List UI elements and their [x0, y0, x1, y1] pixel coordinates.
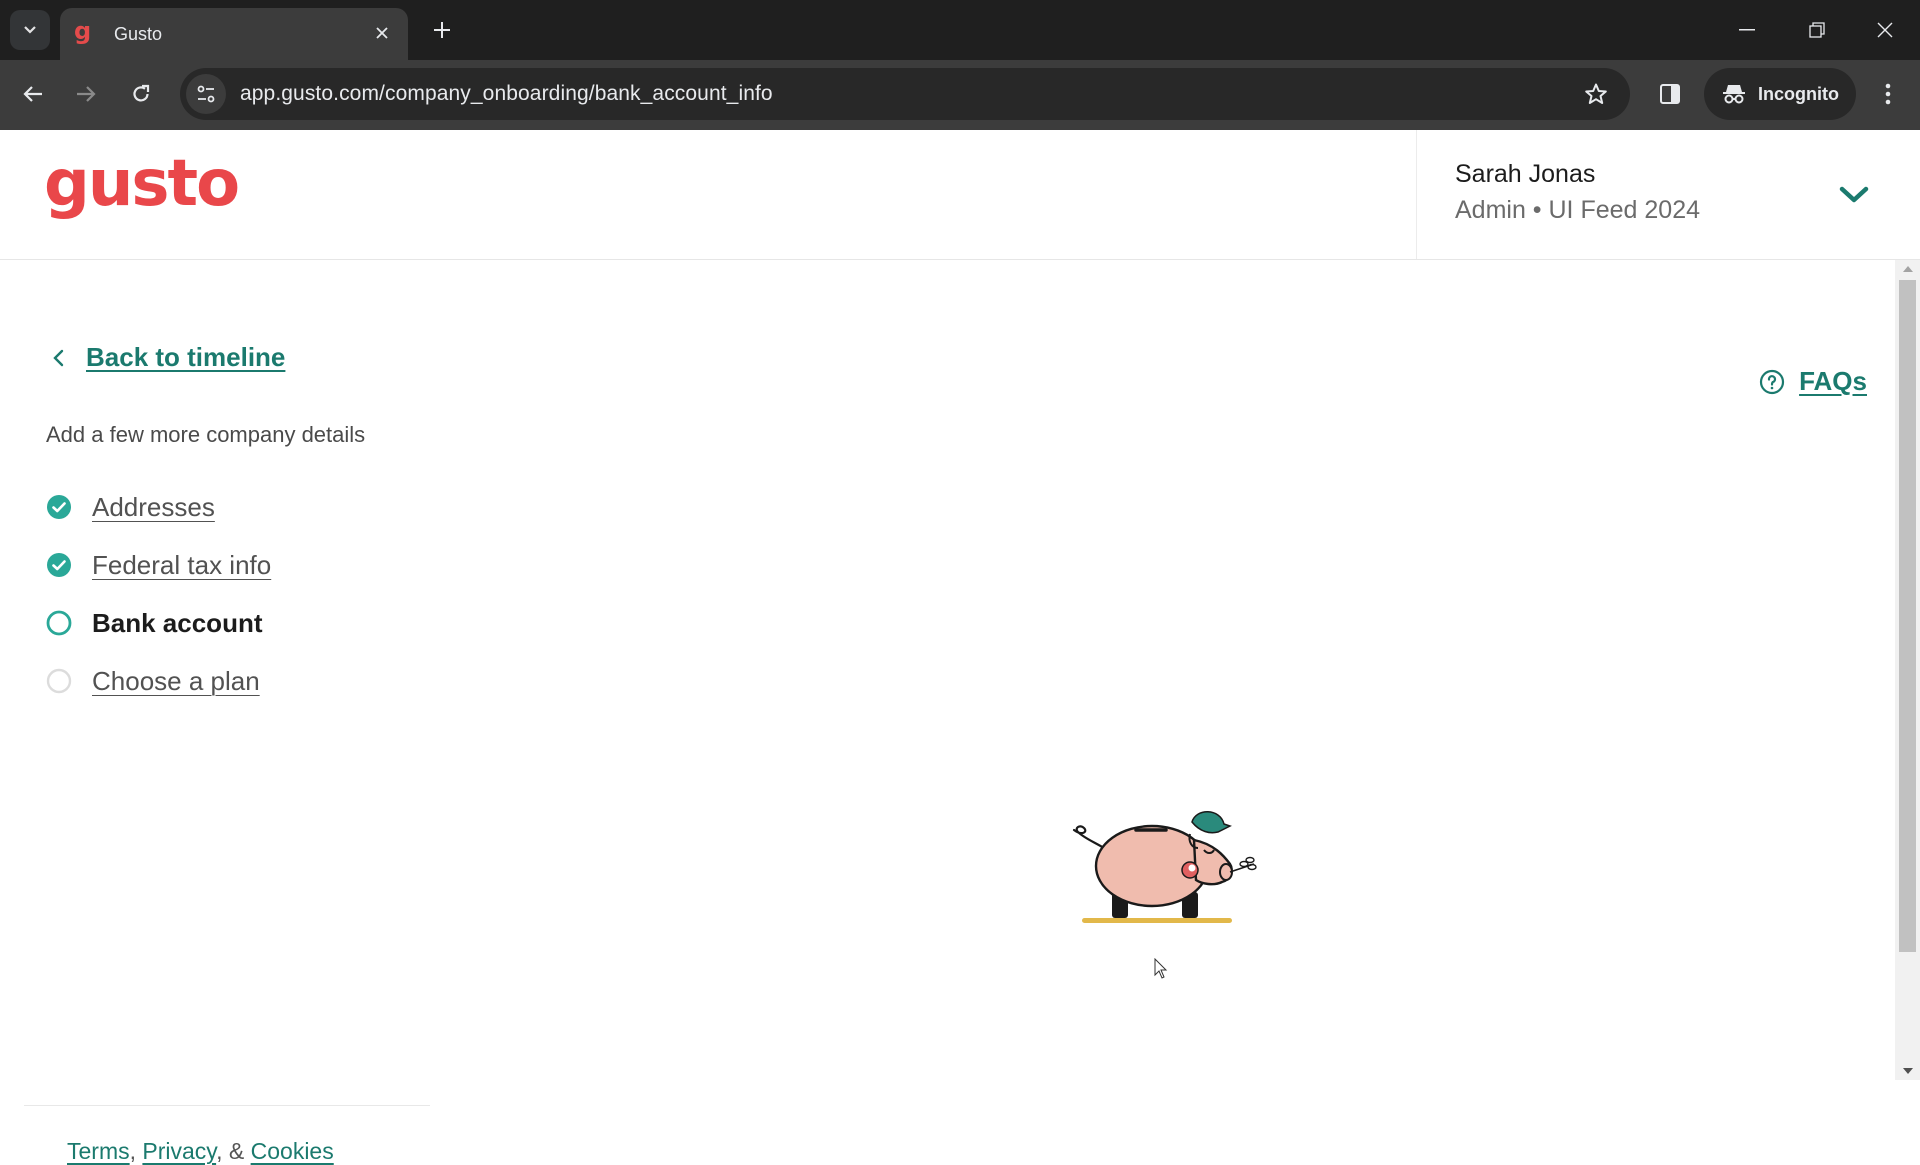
star-icon — [1585, 83, 1607, 104]
minimize-button[interactable] — [1724, 10, 1770, 50]
step-addresses[interactable]: Addresses — [46, 478, 271, 536]
back-to-timeline-label: Back to timeline — [86, 342, 286, 372]
arrow-right-icon — [77, 86, 96, 102]
scrollbar-thumb[interactable] — [1899, 280, 1916, 952]
check-circle-icon — [47, 495, 71, 519]
triangle-down-icon — [1902, 1068, 1913, 1074]
pig-tail — [1072, 825, 1106, 850]
scroll-down-arrow[interactable] — [1895, 1062, 1920, 1080]
step-label[interactable]: Federal tax info — [92, 550, 271, 581]
footer-divider — [24, 1105, 430, 1106]
step-label[interactable]: Choose a plan — [92, 666, 260, 697]
close-window-button[interactable] — [1862, 10, 1908, 50]
terms-link[interactable]: Terms — [67, 1138, 130, 1164]
bookmark-button[interactable] — [1576, 74, 1616, 114]
faqs-label: FAQs — [1799, 366, 1867, 396]
account-menu[interactable]: Sarah Jonas Admin • UI Feed 2024 — [1416, 130, 1920, 259]
empty-circle-icon — [46, 668, 72, 694]
browser-tabstrip: g Gusto — [0, 0, 1920, 60]
scroll-up-arrow[interactable] — [1895, 260, 1920, 278]
browser-tab[interactable]: g Gusto — [60, 8, 408, 60]
arrow-left-icon — [23, 86, 42, 102]
account-role-company: Admin • UI Feed 2024 — [1455, 196, 1700, 224]
step-label[interactable]: Addresses — [92, 492, 215, 523]
plus-icon — [434, 22, 450, 38]
page-scrollbar[interactable] — [1895, 260, 1920, 1080]
close-icon — [376, 26, 388, 39]
browser-toolbar: app.gusto.com/company_onboarding/bank_ac… — [0, 60, 1920, 130]
faqs-link[interactable]: FAQs — [1759, 366, 1867, 397]
browser-menu-button[interactable] — [1868, 74, 1908, 114]
gusto-favicon-icon: g — [74, 17, 92, 45]
privacy-link[interactable]: Privacy — [142, 1138, 216, 1164]
minimize-icon — [1739, 29, 1755, 31]
kebab-menu-icon — [1885, 83, 1891, 105]
triangle-up-icon — [1902, 266, 1913, 272]
reload-button[interactable] — [121, 74, 161, 114]
app-header: gusto Sarah Jonas Admin • UI Feed 2024 — [0, 130, 1920, 260]
incognito-icon — [1723, 85, 1745, 104]
tab-title: Gusto — [114, 23, 163, 44]
cookies-link[interactable]: Cookies — [251, 1138, 334, 1164]
step-federal-tax-info[interactable]: Federal tax info — [46, 536, 271, 594]
tune-icon — [197, 85, 215, 103]
reload-icon — [133, 84, 150, 102]
legal-links: Terms, Privacy, & Cookies — [67, 1138, 334, 1165]
address-bar[interactable]: app.gusto.com/company_onboarding/bank_ac… — [180, 68, 1630, 120]
step-label: Bank account — [92, 607, 263, 638]
back-to-timeline-link[interactable]: Back to timeline — [48, 342, 285, 373]
chevron-down-icon[interactable] — [1837, 180, 1871, 210]
restore-icon — [1809, 22, 1825, 38]
mouse-cursor-icon — [1154, 958, 1168, 979]
gusto-logo[interactable]: gusto — [44, 152, 240, 216]
side-panel-button[interactable] — [1650, 74, 1690, 114]
section-title: Add a few more company details — [46, 422, 366, 447]
separator: , — [129, 1138, 137, 1164]
step-choose-a-plan[interactable]: Choose a plan — [46, 652, 271, 710]
page: gusto Sarah Jonas Admin • UI Feed 2024 B… — [0, 130, 1920, 1164]
incognito-label: Incognito — [1758, 83, 1839, 104]
ground-shadow — [1082, 918, 1232, 923]
new-tab-button[interactable] — [424, 12, 460, 48]
onboarding-steps: Addresses Federal tax info Bank account … — [46, 478, 271, 710]
chevron-left-icon — [53, 349, 64, 366]
separator: , & — [216, 1138, 245, 1164]
forward-button[interactable] — [66, 74, 106, 114]
current-step-circle-icon — [46, 610, 72, 636]
step-bank-account: Bank account — [46, 594, 271, 652]
help-circle-icon — [1759, 369, 1785, 394]
side-panel-icon — [1660, 84, 1680, 104]
tab-search-button[interactable] — [10, 10, 50, 50]
piggy-bank-illustration — [1072, 811, 1257, 923]
check-circle-icon — [47, 553, 71, 577]
pig-cap — [1191, 811, 1232, 834]
site-info-button[interactable] — [186, 74, 226, 114]
close-icon — [1877, 22, 1893, 38]
back-button[interactable] — [13, 74, 53, 114]
chevron-down-icon — [24, 26, 36, 34]
tab-close-button[interactable] — [370, 23, 394, 46]
restore-button[interactable] — [1794, 10, 1840, 50]
account-name: Sarah Jonas — [1455, 160, 1596, 188]
main-content: Back to timeline Add a few more company … — [0, 260, 1895, 1164]
url-text[interactable]: app.gusto.com/company_onboarding/bank_ac… — [240, 82, 1576, 106]
incognito-indicator[interactable]: Incognito — [1704, 68, 1856, 120]
